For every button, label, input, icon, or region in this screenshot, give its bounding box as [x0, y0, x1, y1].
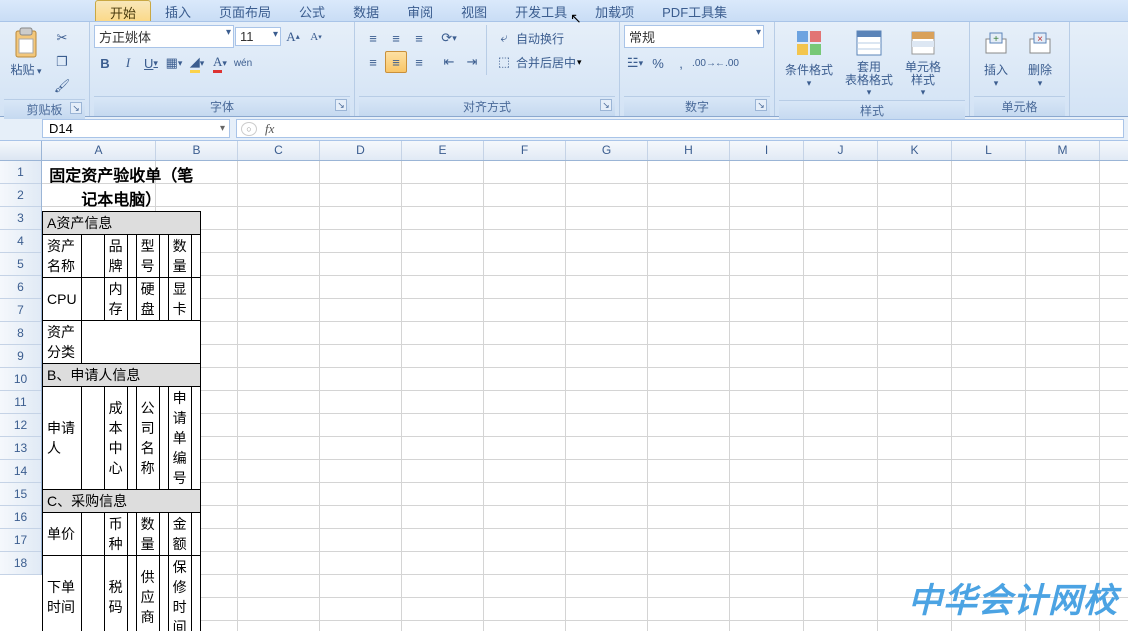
sheet-title: 固定资产验收单（笔记本电脑）: [43, 161, 201, 212]
name-box[interactable]: D14: [42, 119, 230, 138]
font-size-combo[interactable]: 11: [235, 27, 281, 46]
svg-text:×: ×: [1037, 34, 1043, 45]
align-top-button[interactable]: ≡: [362, 27, 384, 49]
section-b: B、申请人信息: [43, 364, 201, 387]
insert-cells-button[interactable]: + 插入: [974, 25, 1018, 91]
fill-color-button[interactable]: ◢: [186, 52, 208, 74]
increase-decimal-button[interactable]: .00→: [693, 52, 715, 74]
decrease-indent-button[interactable]: ⇤: [438, 51, 460, 73]
formula-input[interactable]: ○ fx: [236, 119, 1124, 138]
align-center-button[interactable]: ≡: [385, 51, 407, 73]
table-format-icon: [853, 27, 885, 59]
spreadsheet-content[interactable]: 固定资产验收单（笔记本电脑） A资产信息 资产名称品牌型号数量 CPU内存硬盘显…: [42, 161, 201, 631]
merge-icon: ⬚: [493, 51, 515, 73]
group-styles-label: 样式: [779, 100, 965, 120]
worksheet[interactable]: AB CD EF GH IJ KL M 123 456 789 101112 1…: [0, 141, 1128, 631]
delete-cells-icon: ×: [1024, 27, 1056, 59]
clipboard-icon: [10, 27, 42, 59]
tab-layout[interactable]: 页面布局: [205, 0, 285, 21]
cut-button[interactable]: ✂: [51, 27, 73, 49]
section-c: C、采购信息: [43, 490, 201, 513]
decrease-font-button[interactable]: A▾: [305, 26, 327, 48]
decrease-decimal-button[interactable]: ←.00: [716, 52, 738, 74]
increase-indent-button[interactable]: ⇥: [461, 51, 483, 73]
formula-bar: D14 ○ fx: [0, 117, 1128, 141]
increase-font-button[interactable]: A▴: [282, 26, 304, 48]
orientation-button[interactable]: ⟳: [438, 27, 460, 49]
delete-cells-button[interactable]: × 删除: [1018, 25, 1062, 91]
scissors-icon: ✂: [57, 30, 68, 46]
tab-pdf[interactable]: PDF工具集: [648, 0, 741, 21]
ribbon: 粘贴 ✂ ❐ 🖌 剪贴板↘ 方正姚体 11 A▴ A▾ B I U ▦ ◢: [0, 22, 1128, 117]
tab-insert[interactable]: 插入: [151, 0, 205, 21]
phonetic-button[interactable]: wén: [232, 52, 254, 74]
fx-icon[interactable]: fx: [265, 121, 274, 137]
paste-label: 粘贴: [10, 61, 41, 78]
format-painter-button[interactable]: 🖌: [51, 75, 73, 97]
underline-button[interactable]: U: [140, 52, 162, 74]
select-all-corner[interactable]: [0, 141, 42, 161]
currency-icon: ☳: [627, 55, 639, 71]
tab-view[interactable]: 视图: [447, 0, 501, 21]
svg-text:+: +: [993, 34, 999, 45]
table-label: 套用 表格格式: [845, 61, 893, 87]
tab-formula[interactable]: 公式: [285, 0, 339, 21]
ribbon-tabs: 开始 插入 页面布局 公式 数据 审阅 视图 开发工具 加载项 PDF工具集 ↖: [0, 0, 1128, 22]
percent-button[interactable]: %: [647, 52, 669, 74]
conditional-format-button[interactable]: 条件格式: [779, 25, 839, 91]
wrap-icon: ⤶: [493, 27, 515, 49]
insert-cells-icon: +: [980, 27, 1012, 59]
group-font-label: 字体↘: [94, 96, 350, 116]
expand-icon[interactable]: ↘: [755, 99, 767, 111]
cell-styles-button[interactable]: 单元格 样式: [899, 25, 947, 100]
group-align-label: 对齐方式↘: [359, 96, 615, 116]
bold-button[interactable]: B: [94, 52, 116, 74]
font-color-icon: A: [213, 54, 222, 73]
cancel-icon[interactable]: ○: [241, 122, 257, 136]
italic-button[interactable]: I: [117, 52, 139, 74]
font-name-combo[interactable]: 方正姚体: [94, 25, 234, 48]
column-headers[interactable]: AB CD EF GH IJ KL M: [42, 141, 1128, 161]
wrap-text-button[interactable]: ⤶ 自动换行: [493, 27, 582, 49]
tab-addin[interactable]: 加载项: [581, 0, 648, 21]
tab-review[interactable]: 审阅: [393, 0, 447, 21]
tab-dev[interactable]: 开发工具: [501, 0, 581, 21]
cell-styles-icon: [907, 27, 939, 59]
group-number-label: 数字↘: [624, 96, 770, 116]
bucket-icon: ◢: [190, 54, 200, 73]
expand-icon[interactable]: ↘: [600, 99, 612, 111]
cell-styles-label: 单元格 样式: [905, 61, 941, 87]
paste-button[interactable]: 粘贴: [4, 25, 48, 80]
font-color-button[interactable]: A: [209, 52, 231, 74]
cond-format-icon: [793, 27, 825, 59]
align-right-button[interactable]: ≡: [408, 51, 430, 73]
rotate-icon: ⟳: [441, 30, 452, 46]
number-format-combo[interactable]: 常规: [624, 25, 764, 48]
watermark: 中华会计网校: [908, 573, 1118, 622]
copy-button[interactable]: ❐: [51, 51, 73, 73]
expand-icon[interactable]: ↘: [70, 102, 82, 114]
merge-center-button[interactable]: ⬚ 合并后居中: [493, 51, 582, 73]
delete-label: 删除: [1028, 61, 1052, 78]
expand-icon[interactable]: ↘: [335, 99, 347, 111]
brush-icon: 🖌: [54, 78, 71, 94]
tab-data[interactable]: 数据: [339, 0, 393, 21]
row-headers[interactable]: 123 456 789 101112 131415 161718: [0, 161, 42, 575]
copy-icon: ❐: [56, 54, 68, 70]
insert-label: 插入: [984, 61, 1008, 78]
section-a: A资产信息: [43, 212, 201, 235]
currency-button[interactable]: ☳: [624, 52, 646, 74]
align-bottom-button[interactable]: ≡: [408, 27, 430, 49]
border-icon: ▦: [166, 55, 178, 71]
comma-button[interactable]: ,: [670, 52, 692, 74]
group-cells-label: 单元格: [974, 96, 1065, 116]
align-left-button[interactable]: ≡: [362, 51, 384, 73]
cond-label: 条件格式: [785, 61, 833, 78]
align-middle-button[interactable]: ≡: [385, 27, 407, 49]
tab-home[interactable]: 开始: [95, 0, 151, 21]
format-as-table-button[interactable]: 套用 表格格式: [839, 25, 899, 100]
group-clipboard-label: 剪贴板↘: [4, 99, 85, 119]
border-button[interactable]: ▦: [163, 52, 185, 74]
